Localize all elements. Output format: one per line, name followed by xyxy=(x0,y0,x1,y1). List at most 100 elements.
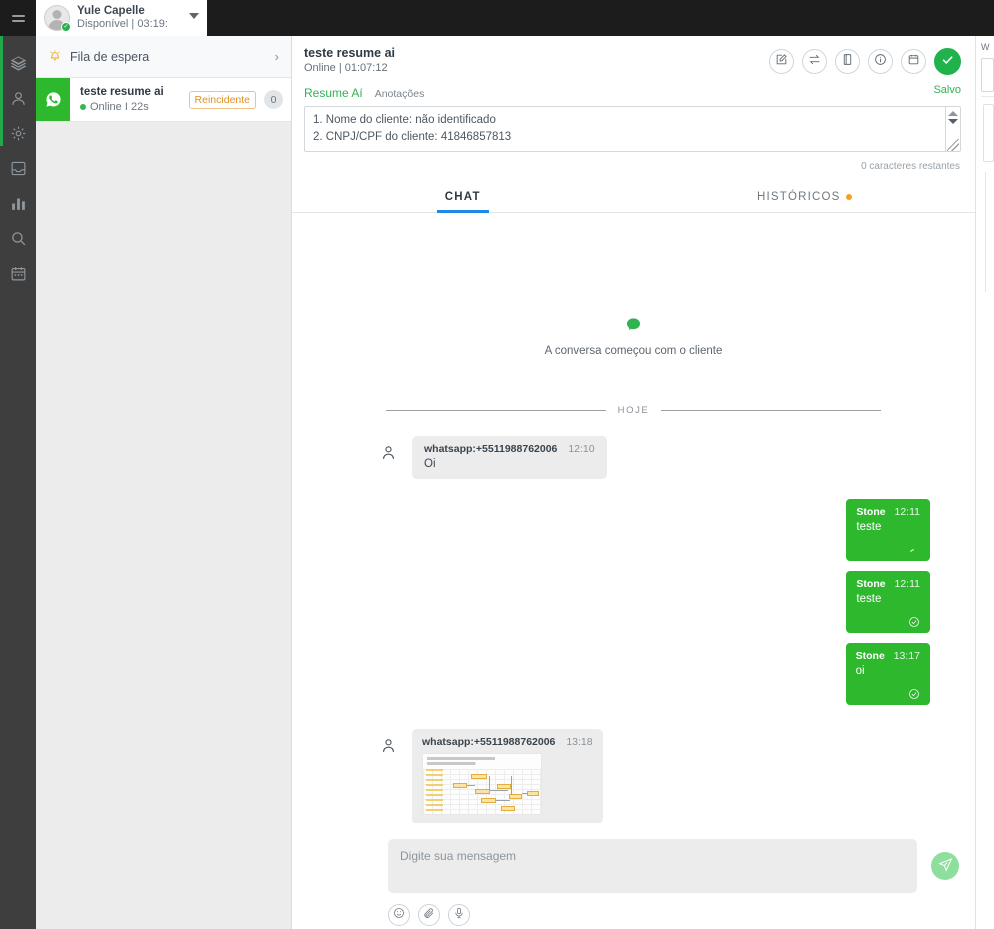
user-name: Yule Capelle xyxy=(77,5,145,18)
conversation-start-text: A conversa começou com o cliente xyxy=(544,345,723,357)
queue-label: Fila de espera xyxy=(70,49,150,64)
queue-row[interactable]: Fila de espera › xyxy=(36,36,291,78)
message-text: teste xyxy=(856,593,882,605)
rail-active-indicator xyxy=(0,36,3,146)
conversation-start-notice: A conversa começou com o cliente xyxy=(308,239,959,357)
day-separator: HOJE xyxy=(386,405,881,416)
tab-chat[interactable]: CHAT xyxy=(292,180,634,212)
chat-panel: teste resume ai Online | 01:07:12 Resume… xyxy=(292,36,976,929)
user-icon xyxy=(380,444,402,466)
search-icon xyxy=(10,230,27,247)
message-bubble-incoming: whatsapp:+5511988762006 12:10 Oi xyxy=(412,436,607,479)
sidebar-item-settings[interactable] xyxy=(0,116,36,151)
conversation-list-panel: Fila de espera › teste resume ai Online … xyxy=(36,36,292,929)
message-sender: Stone xyxy=(856,578,886,590)
check-circle-icon xyxy=(856,687,920,699)
messages-area[interactable]: A conversa começou com o cliente HOJE wh… xyxy=(292,239,975,823)
online-dot-icon xyxy=(80,103,86,110)
layers-icon xyxy=(10,55,27,72)
copy-icon xyxy=(841,53,854,71)
sidebar-item-layers[interactable] xyxy=(0,46,36,81)
top-bar: ✓ Yule Capelle Disponível | 03:19: xyxy=(0,0,994,36)
calendar-icon xyxy=(907,53,920,71)
check-circle-icon xyxy=(856,615,920,627)
summary-spinner xyxy=(945,107,960,151)
clock-pending-icon xyxy=(856,543,920,555)
message-row: Stone 12:11 teste xyxy=(308,571,959,633)
message-composer xyxy=(292,823,975,929)
copy-button[interactable] xyxy=(835,49,860,74)
message-time: 13:17 xyxy=(893,650,920,662)
sidebar-item-contacts[interactable] xyxy=(0,81,36,116)
avatar: ✓ xyxy=(44,5,71,32)
sidebar-item-inbox[interactable] xyxy=(0,151,36,186)
chevron-down-icon[interactable] xyxy=(189,13,199,19)
microphone-icon xyxy=(453,906,465,924)
message-sender: Stone xyxy=(855,650,885,662)
saved-status: Salvo xyxy=(933,84,961,96)
message-time: 12:10 xyxy=(568,443,595,455)
transfer-button[interactable] xyxy=(802,49,827,74)
chat-header: teste resume ai Online | 01:07:12 xyxy=(292,36,975,75)
tab-anotacoes[interactable]: Anotações xyxy=(375,88,425,100)
hamburger-icon[interactable] xyxy=(0,0,36,36)
message-time: 12:11 xyxy=(894,506,921,518)
chevron-right-icon[interactable]: › xyxy=(275,49,279,64)
user-icon xyxy=(10,90,27,107)
message-text: Oi xyxy=(424,458,436,470)
check-icon xyxy=(940,52,955,72)
icon-rail xyxy=(0,36,36,929)
tab-resume-ai[interactable]: Resume Aí xyxy=(304,86,363,100)
send-button[interactable] xyxy=(931,852,959,880)
summary-textarea[interactable] xyxy=(304,106,961,152)
info-circle-icon xyxy=(874,53,887,71)
details-section xyxy=(985,172,994,292)
edit-button[interactable] xyxy=(769,49,794,74)
check-badge-icon: ✓ xyxy=(61,22,71,32)
chat-bubble-icon xyxy=(308,317,959,337)
sidebar-item-reports[interactable] xyxy=(0,186,36,221)
inbox-icon xyxy=(10,160,27,177)
main-tabs: CHAT HISTÓRICOS xyxy=(292,180,975,213)
voice-button[interactable] xyxy=(448,904,470,926)
schedule-button[interactable] xyxy=(901,49,926,74)
calendar-icon xyxy=(10,265,27,282)
status-badge: Reincidente xyxy=(188,90,256,109)
attachment-button[interactable] xyxy=(418,904,440,926)
message-sender: whatsapp:+5511988762006 xyxy=(424,443,558,455)
caret-up-icon[interactable] xyxy=(948,111,958,116)
day-separator-label: HOJE xyxy=(617,405,650,416)
message-row: Stone 13:17 oi xyxy=(308,643,959,705)
composer-attachments xyxy=(388,904,959,926)
info-button[interactable] xyxy=(868,49,893,74)
alarm-icon xyxy=(48,48,66,65)
image-attachment-thumbnail[interactable] xyxy=(422,753,542,815)
unread-dot-icon xyxy=(845,193,852,200)
list-item-status: Online I 22s xyxy=(80,100,189,114)
emoji-button[interactable] xyxy=(388,904,410,926)
message-input[interactable] xyxy=(388,839,917,893)
tab-historicos[interactable]: HISTÓRICOS xyxy=(634,180,976,212)
details-field[interactable] xyxy=(983,104,994,162)
message-bubble-outgoing: Stone 12:11 teste xyxy=(846,571,930,633)
sidebar-item-calendar[interactable] xyxy=(0,256,36,291)
user-profile-chip[interactable]: ✓ Yule Capelle Disponível | 03:19: xyxy=(36,0,207,36)
sidebar-item-search[interactable] xyxy=(0,221,36,256)
details-panel-label: W xyxy=(981,42,990,52)
message-bubble-outgoing: Stone 13:17 oi xyxy=(845,643,930,705)
user-status: Disponível | 03:19: xyxy=(77,18,168,31)
details-field[interactable] xyxy=(981,58,994,92)
message-text: oi xyxy=(855,665,865,677)
resize-grip-icon[interactable] xyxy=(947,139,959,151)
accept-button[interactable] xyxy=(934,48,961,75)
user-icon xyxy=(380,737,402,759)
message-bubble-image: whatsapp:+5511988762006 13:18 xyxy=(412,729,603,823)
gear-icon xyxy=(10,125,27,142)
divider xyxy=(981,96,994,97)
details-panel: W xyxy=(977,36,994,929)
paperclip-icon xyxy=(423,906,435,924)
caret-down-icon[interactable] xyxy=(948,119,958,124)
message-text: teste xyxy=(856,521,882,533)
bar-chart-icon xyxy=(10,195,27,212)
list-item[interactable]: teste resume ai Online I 22s Reincidente… xyxy=(36,78,291,122)
